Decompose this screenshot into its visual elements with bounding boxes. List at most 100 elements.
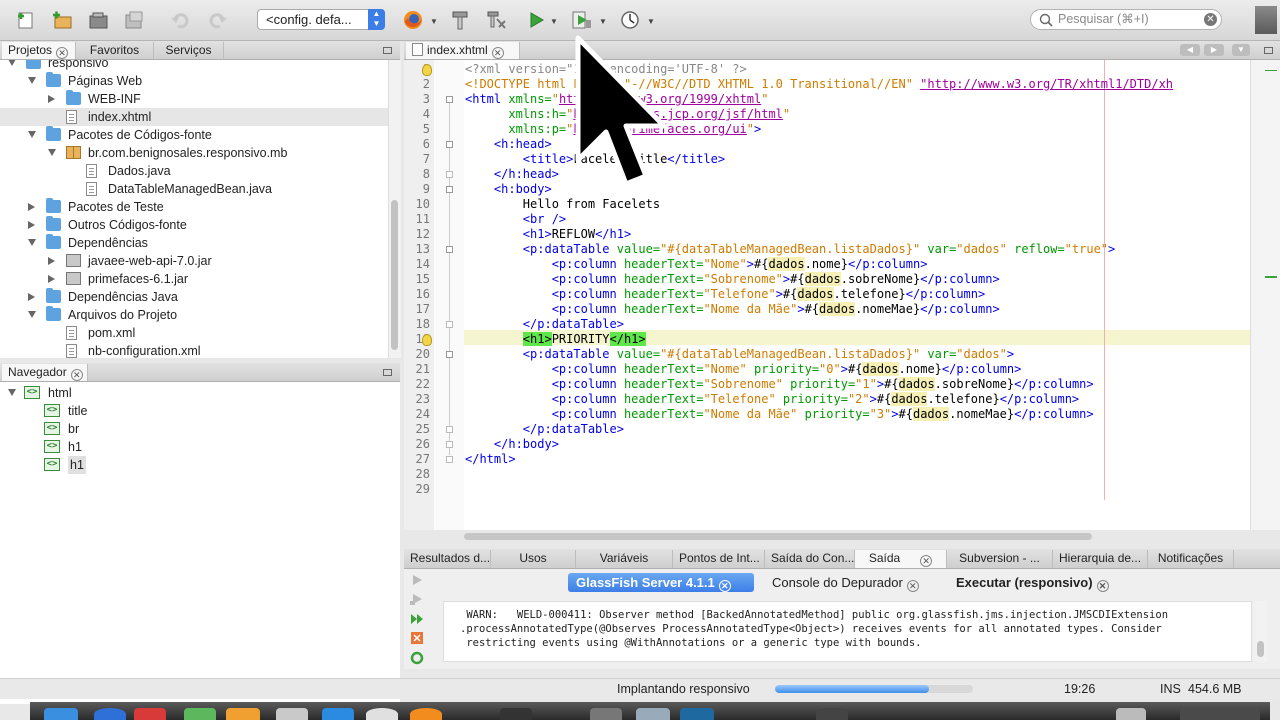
tree-node[interactable]: Dependências	[0, 234, 388, 252]
expanded-arrow-icon[interactable]	[28, 131, 36, 138]
finder-icon[interactable]	[44, 708, 78, 720]
tab-services[interactable]: Serviços	[154, 42, 224, 59]
profile-icon[interactable]	[618, 8, 642, 32]
fold-toggle-icon[interactable]	[446, 186, 453, 193]
close-project-icon[interactable]	[122, 8, 146, 32]
project-tree-scrollbar[interactable]	[388, 60, 401, 358]
tree-node[interactable]: javaee-web-api-7.0.jar	[0, 252, 388, 270]
tree-node[interactable]: DataTableManagedBean.java	[0, 180, 388, 198]
fold-toggle-icon[interactable]	[446, 141, 453, 148]
tree-node[interactable]: Pacotes de Códigos-fonte	[0, 126, 388, 144]
rerun-icon[interactable]	[410, 573, 426, 587]
expanded-arrow-icon[interactable]	[28, 311, 36, 318]
tab-list-icon[interactable]: ▼	[1232, 44, 1250, 56]
output-tab[interactable]: Hierarquia de...	[1053, 550, 1148, 568]
output-tab[interactable]: Usos	[491, 550, 576, 568]
trash-icon[interactable]	[1180, 708, 1260, 720]
tree-node[interactable]: nb-configuration.xml	[0, 342, 388, 358]
app-icon[interactable]	[816, 708, 848, 720]
navigator-node[interactable]: <> title	[0, 402, 400, 420]
memory-usage[interactable]: 454.6 MB	[1188, 682, 1242, 696]
close-icon[interactable]: ✕	[1096, 580, 1109, 592]
tree-node[interactable]: Páginas Web	[0, 72, 388, 90]
output-tab[interactable]: Variáveis	[576, 550, 673, 568]
maps-icon[interactable]	[184, 708, 216, 720]
config-select[interactable]: <config. defa... ▲ ▼	[257, 9, 385, 30]
close-icon[interactable]: ✕	[70, 369, 83, 381]
navigator-node[interactable]: <> html	[0, 384, 400, 402]
hint-bulb-icon[interactable]	[422, 64, 432, 76]
output-subtab[interactable]: GlassFish Server 4.1.1 ✕	[568, 573, 754, 592]
expanded-arrow-icon[interactable]	[8, 389, 16, 396]
undo-icon[interactable]	[168, 8, 192, 32]
clean-build-icon[interactable]	[484, 8, 508, 32]
debug-dropdown-icon[interactable]: ▼	[599, 17, 607, 26]
scrollbar-thumb[interactable]	[391, 200, 398, 350]
app-icon[interactable]	[276, 708, 308, 720]
output-console[interactable]: WARN: WELD-000411: Observer method [Back…	[443, 601, 1252, 662]
minimize-icon[interactable]	[383, 47, 392, 54]
tree-node[interactable]: Pacotes de Teste	[0, 198, 388, 216]
clear-search-icon[interactable]: ✕	[1204, 13, 1217, 26]
firefox-icon[interactable]	[401, 8, 425, 32]
fold-toggle-icon[interactable]	[446, 246, 453, 253]
output-tab[interactable]: Saída ✕	[855, 550, 947, 568]
tree-node[interactable]: index.xhtml	[0, 108, 388, 126]
tree-node[interactable]: Outros Códigos-fonte	[0, 216, 388, 234]
navigator-node[interactable]: <> h1	[0, 456, 400, 474]
browser-dropdown-icon[interactable]: ▼	[430, 17, 438, 26]
tab-index-xhtml[interactable]: index.xhtml ✕	[406, 42, 520, 59]
output-tab[interactable]: Notificações	[1148, 550, 1234, 568]
output-tab[interactable]: Resultados d...	[404, 550, 491, 568]
new-file-icon[interactable]	[14, 8, 38, 32]
tree-node[interactable]: pom.xml	[0, 324, 388, 342]
step-icon[interactable]	[410, 612, 426, 626]
search-input[interactable]: Pesquisar (⌘+I) ✕	[1030, 9, 1222, 30]
fold-toggle-icon[interactable]	[446, 96, 453, 103]
run-dropdown-icon[interactable]: ▼	[550, 17, 558, 26]
open-project-icon[interactable]	[86, 8, 110, 32]
maximize-icon[interactable]	[1264, 47, 1273, 54]
close-icon[interactable]: ✕	[920, 555, 933, 567]
fold-toggle-icon[interactable]	[446, 351, 453, 358]
minimize-icon[interactable]	[383, 369, 392, 376]
app-icon[interactable]	[590, 708, 622, 720]
expanded-arrow-icon[interactable]	[8, 60, 16, 66]
expanded-arrow-icon[interactable]	[28, 77, 36, 84]
collapsed-arrow-icon[interactable]	[28, 221, 35, 229]
output-tab[interactable]: Saída do Con...	[765, 550, 855, 568]
output-tab[interactable]: Subversion - ...	[947, 550, 1053, 568]
scroll-tabs-left-icon[interactable]: ◀	[1180, 44, 1200, 56]
tree-node[interactable]: responsivo	[0, 60, 388, 72]
scrollbar-thumb[interactable]	[1257, 641, 1264, 657]
profile-dropdown-icon[interactable]: ▼	[647, 17, 655, 26]
stripe-mark[interactable]	[1265, 70, 1277, 71]
tree-node[interactable]: primefaces-6.1.jar	[0, 270, 388, 288]
tree-node[interactable]: Dados.java	[0, 162, 388, 180]
tab-navigator[interactable]: Navegador ✕	[2, 364, 88, 381]
app-icon[interactable]	[680, 708, 714, 720]
tree-node[interactable]: Arquivos do Projeto	[0, 306, 388, 324]
tree-node[interactable]: br.com.benignosales.responsivo.mb	[0, 144, 388, 162]
debug-icon[interactable]	[570, 8, 594, 32]
expanded-arrow-icon[interactable]	[28, 239, 36, 246]
build-hammer-icon[interactable]	[448, 8, 472, 32]
scroll-tabs-right-icon[interactable]: ▶	[1204, 44, 1224, 56]
collapsed-arrow-icon[interactable]	[48, 257, 55, 265]
tree-node[interactable]: Dependências Java	[0, 288, 388, 306]
chrome-icon[interactable]	[366, 708, 398, 720]
output-subtab[interactable]: Executar (responsivo) ✕	[948, 573, 1128, 592]
collapsed-arrow-icon[interactable]	[28, 203, 35, 211]
hint-bulb-icon[interactable]	[422, 334, 432, 346]
refresh-icon[interactable]	[410, 651, 426, 665]
window-corner-button[interactable]	[1255, 6, 1277, 34]
close-icon[interactable]: ✕	[906, 580, 919, 592]
new-project-icon[interactable]	[50, 8, 74, 32]
tab-favorites[interactable]: Favoritos	[76, 42, 154, 59]
navigator-node[interactable]: <> br	[0, 420, 400, 438]
app-icon[interactable]	[636, 708, 670, 720]
navigator-node[interactable]: <> h1	[0, 438, 400, 456]
expanded-arrow-icon[interactable]	[48, 149, 56, 156]
output-scrollbar[interactable]	[1255, 601, 1267, 662]
safari-icon[interactable]	[94, 708, 126, 720]
